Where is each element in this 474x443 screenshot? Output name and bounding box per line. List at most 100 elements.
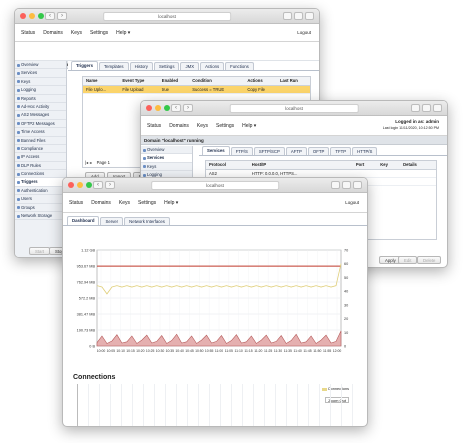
- column-header-details[interactable]: Details: [400, 161, 436, 170]
- column-header-condition[interactable]: Condition: [189, 77, 245, 86]
- table-row[interactable]: AS2 HTTP: 0.0.0.0, HTTPS...: [206, 169, 436, 178]
- tab-network-interfaces[interactable]: Network Interfaces: [124, 217, 170, 225]
- menu-help[interactable]: Help ▾: [116, 30, 130, 36]
- menu-settings[interactable]: Settings: [90, 30, 108, 36]
- url-bar[interactable]: localhost: [229, 104, 359, 113]
- tab-dashboard[interactable]: Dashboard: [67, 216, 100, 225]
- y-left-tick-label: 572.2 MB: [79, 297, 96, 301]
- tab-triggers[interactable]: Triggers: [71, 61, 98, 70]
- column-header-event-type[interactable]: Event Type: [119, 77, 159, 86]
- tab-aftp[interactable]: AFTP: [285, 147, 307, 155]
- triggers-table: Name Event Type Enabled Condition Actions Las…: [83, 77, 310, 94]
- sidebar-item-time-access[interactable]: Time Access: [15, 128, 66, 137]
- sidebar-item-overview[interactable]: Overview: [141, 146, 192, 155]
- x-tick-label: 11:25: [264, 349, 272, 353]
- window-controls[interactable]: [68, 182, 92, 188]
- logout-link[interactable]: Logout: [297, 30, 311, 36]
- tab-tftp[interactable]: TFTP: [330, 147, 352, 155]
- x-tick-label: 10:25: [146, 349, 155, 353]
- column-header-protocol[interactable]: Protocol: [206, 161, 249, 170]
- toolbar-icons[interactable]: [331, 181, 362, 189]
- pager[interactable]: |◂ ◂ Page 1: [85, 160, 110, 165]
- sidebar-item-network-storage[interactable]: Network Storage: [15, 212, 66, 221]
- table-cell: [400, 177, 436, 186]
- nav-buttons[interactable]: ‹ ›: [171, 104, 193, 112]
- y-left-tick-label: 953.67 MB: [77, 265, 96, 269]
- tab-settings[interactable]: Settings: [153, 62, 180, 70]
- tab-server[interactable]: Server: [100, 217, 124, 225]
- tab-functions[interactable]: Functions: [225, 62, 254, 70]
- column-header-last-run[interactable]: Last Run: [276, 77, 310, 86]
- nav-buttons[interactable]: ‹ ›: [93, 181, 115, 189]
- sidebar-item-authentication[interactable]: Authentication: [15, 187, 66, 196]
- menu-domains[interactable]: Domains: [169, 123, 189, 129]
- tab-ftp-s[interactable]: FTP/S: [230, 147, 253, 155]
- connections-chart: Connections Zoom Out: [77, 384, 357, 426]
- sidebar-item-ad-hoc-activity[interactable]: Ad-Hoc Activity: [15, 103, 66, 112]
- menu-settings[interactable]: Settings: [216, 123, 234, 129]
- sidebar-item-keys[interactable]: Keys: [15, 78, 66, 87]
- top-menu: Status Domains Keys Settings Help ▾ Logg…: [141, 116, 447, 136]
- sidebar-item-keys[interactable]: Keys: [141, 163, 192, 172]
- sidebar-item-logging[interactable]: Logging: [15, 86, 66, 95]
- tab-oftp[interactable]: OFTP: [307, 147, 330, 155]
- sidebar-item-dlp-rules[interactable]: DLP Rules: [15, 162, 66, 171]
- start-button[interactable]: Start: [29, 247, 51, 255]
- sidebar-item-ip-access[interactable]: IP Access: [15, 153, 66, 162]
- menu-help[interactable]: Help ▾: [242, 123, 256, 129]
- pager-first-icon[interactable]: |◂ ◂: [85, 160, 91, 165]
- sidebar-item-reports[interactable]: Reports: [15, 95, 66, 103]
- menu-status[interactable]: Status: [69, 200, 83, 206]
- sidebar-item-services[interactable]: Services: [15, 69, 66, 78]
- column-header-host-ip[interactable]: Host/IP: [248, 161, 353, 170]
- sidebar-item-triggers[interactable]: Triggers: [15, 178, 66, 187]
- url-bar[interactable]: localhost: [103, 12, 231, 21]
- sidebar-item-as2-messages[interactable]: AS2 Messages: [15, 111, 66, 120]
- tab-actions[interactable]: Actions: [200, 62, 225, 70]
- menu-status[interactable]: Status: [21, 30, 35, 36]
- y-right-tick-label: 20: [344, 317, 348, 321]
- tab-bar: Services FTP/S SFTP/SCP AFTP OFTP TFTP HTTP/S: [199, 146, 447, 156]
- sidebar-item-users[interactable]: Users: [15, 195, 66, 204]
- tab-templates[interactable]: Templates: [98, 62, 129, 70]
- column-header-port[interactable]: Port: [352, 161, 378, 170]
- sidebar-item-groups[interactable]: Groups: [15, 204, 66, 213]
- column-header-enabled[interactable]: Enabled: [158, 77, 190, 86]
- menu-keys[interactable]: Keys: [71, 30, 82, 36]
- window-controls[interactable]: [146, 105, 170, 111]
- delete-button[interactable]: Delete: [417, 256, 442, 264]
- toolbar-icons[interactable]: [283, 12, 314, 20]
- logout-link[interactable]: Logout: [345, 200, 359, 206]
- tab-sftp-scp[interactable]: SFTP/SCP: [253, 147, 285, 155]
- menu-domains[interactable]: Domains: [91, 200, 111, 206]
- menu-domains[interactable]: Domains: [43, 30, 63, 36]
- column-header-actions[interactable]: Actions: [244, 77, 277, 86]
- menu-status[interactable]: Status: [147, 123, 161, 129]
- toolbar-icons[interactable]: [411, 104, 442, 112]
- tab-jmx[interactable]: JMX: [180, 62, 200, 70]
- menu-keys[interactable]: Keys: [197, 123, 208, 129]
- menu-settings[interactable]: Settings: [138, 200, 156, 206]
- y-right-tick-label: 50: [344, 276, 348, 280]
- tab-http-s[interactable]: HTTP/S: [352, 147, 378, 155]
- tab-history[interactable]: History: [129, 62, 153, 70]
- sidebar-item-services[interactable]: Services: [141, 154, 192, 163]
- edit-button[interactable]: Edit: [398, 256, 418, 264]
- menu-help[interactable]: Help ▾: [164, 200, 178, 206]
- url-bar[interactable]: localhost: [151, 181, 279, 190]
- sidebar-item-banned-files[interactable]: Banned Files: [15, 137, 66, 145]
- y-right-tick-label: 10: [344, 331, 348, 335]
- x-tick-label: 10:35: [166, 349, 175, 353]
- window-controls[interactable]: [20, 13, 44, 19]
- nav-buttons[interactable]: ‹ ›: [45, 12, 67, 20]
- sidebar-item-overview[interactable]: Overview: [15, 61, 66, 70]
- column-header-key[interactable]: Key: [377, 161, 401, 170]
- tab-bar: Triggers Templates History Settings JMX Actio…: [68, 61, 319, 71]
- tab-services[interactable]: Services: [202, 146, 230, 155]
- column-header-name[interactable]: Name: [83, 77, 120, 86]
- menu-keys[interactable]: Keys: [119, 200, 130, 206]
- table-row[interactable]: File Uplo... File Upload true Success = TRU…: [83, 85, 310, 94]
- sidebar-item-oftp2-messages[interactable]: OFTP2 Messages: [15, 120, 66, 129]
- sidebar-item-compliance[interactable]: Compliance: [15, 145, 66, 154]
- sidebar-item-connections[interactable]: Connections: [15, 170, 66, 179]
